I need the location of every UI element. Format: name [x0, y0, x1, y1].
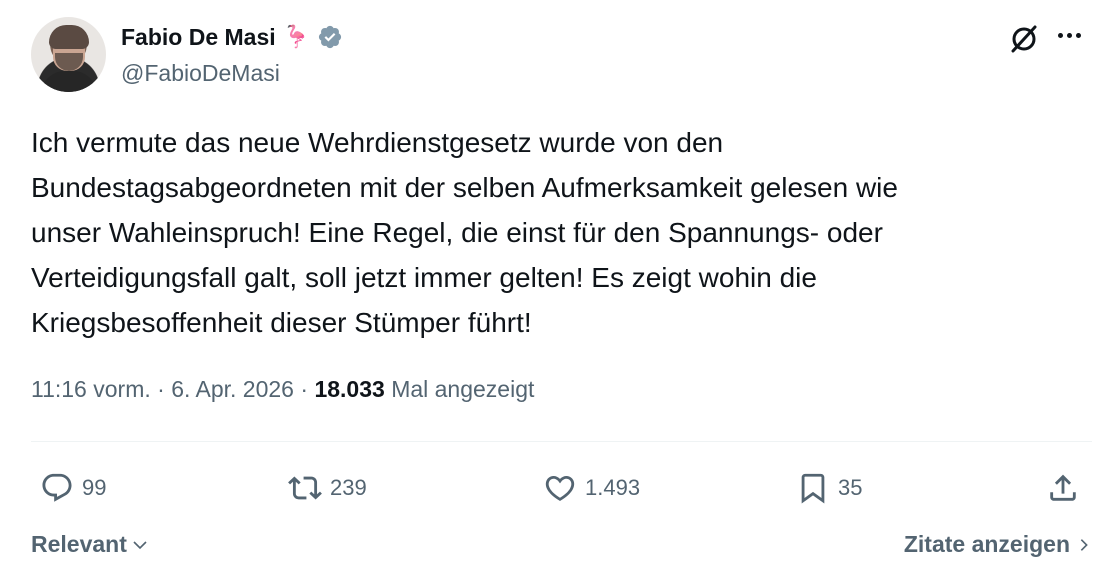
divider [31, 441, 1092, 442]
bookmark-button[interactable]: 35 [796, 468, 862, 508]
view-count: 18.033 [314, 376, 385, 402]
flamingo-icon: 🦩 [282, 24, 311, 49]
grok-icon[interactable] [1008, 23, 1040, 55]
bookmark-icon [801, 473, 825, 504]
show-quotes-link[interactable]: Zitate anzeigen [904, 531, 1092, 558]
share-icon [1050, 474, 1076, 501]
tweet-date[interactable]: 6. Apr. 2026 [171, 376, 294, 402]
retweet-button[interactable]: 239 [288, 468, 367, 508]
author-name[interactable]: Fabio De Masi [121, 24, 276, 51]
retweet-icon [288, 476, 322, 500]
tweet-text: Ich vermute das neue Wehrdienstgesetz wu… [31, 127, 898, 338]
sort-label: Relevant [31, 531, 127, 557]
heart-icon [545, 475, 575, 501]
author-handle[interactable]: @FabioDeMasi [121, 60, 280, 87]
bookmark-count: 35 [838, 475, 863, 500]
tweet-time[interactable]: 11:16 vorm. [31, 376, 151, 402]
avatar[interactable] [31, 17, 106, 92]
reply-icon [42, 473, 72, 502]
reply-count: 99 [82, 475, 107, 500]
reply-button[interactable]: 99 [40, 468, 106, 508]
verified-badge-icon[interactable] [317, 24, 343, 50]
tweet-meta: 11:16 vorm. · 6. Apr. 2026 · 18.033 Mal … [31, 376, 534, 403]
retweet-count: 239 [330, 475, 367, 500]
like-button[interactable]: 1.493 [543, 468, 640, 508]
avatar-hair [49, 25, 89, 49]
more-icon[interactable] [1058, 33, 1088, 45]
meta-separator: · [150, 376, 172, 402]
sort-dropdown[interactable]: Relevant [31, 531, 149, 558]
quotes-label: Zitate anzeigen [903, 531, 1070, 557]
avatar-body [41, 71, 97, 92]
author-name-row: Fabio De Masi 🦩 [121, 20, 343, 54]
share-button[interactable] [1046, 468, 1080, 508]
like-count: 1.493 [585, 475, 641, 500]
view-label: Mal angezeigt [391, 376, 535, 402]
meta-separator-2: · [293, 376, 315, 402]
chevron-down-icon [133, 540, 147, 549]
chevron-right-icon [1080, 538, 1088, 551]
